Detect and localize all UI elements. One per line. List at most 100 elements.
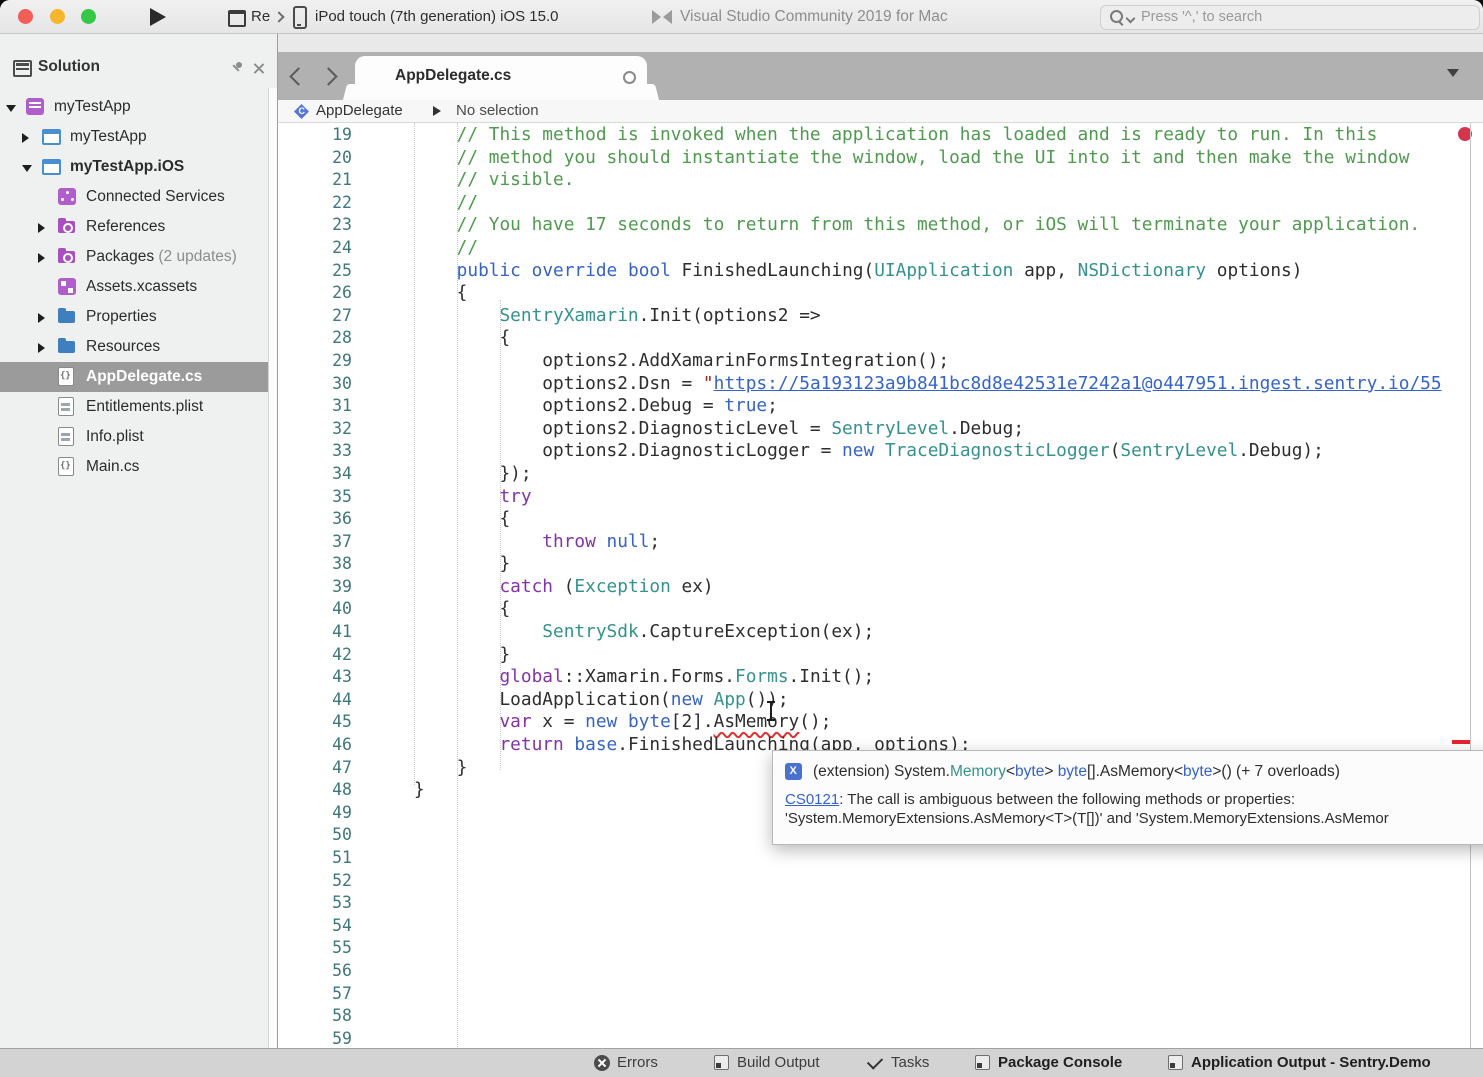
code-line-40: {	[371, 598, 1442, 621]
line-number[interactable]: 26	[278, 282, 352, 305]
code-token: [2].	[671, 711, 714, 732]
line-number[interactable]: 34	[278, 463, 352, 486]
minimize-window-button[interactable]	[50, 9, 65, 24]
tree-item-label: References	[86, 218, 165, 236]
line-number[interactable]: 32	[278, 418, 352, 441]
tree-item-main-cs[interactable]: Main.cs	[0, 452, 277, 482]
solution-pad: Solution myTestAppmyTestAppmyTestApp.iOS…	[0, 34, 277, 1048]
line-number[interactable]: 58	[278, 1005, 352, 1028]
folder-blue-icon	[58, 341, 75, 353]
chevron-collapsed-icon[interactable]	[38, 343, 45, 353]
tab-list-dropdown-icon[interactable]	[1447, 69, 1459, 77]
line-number[interactable]: 47	[278, 757, 352, 780]
line-number[interactable]: 38	[278, 553, 352, 576]
line-number[interactable]: 40	[278, 598, 352, 621]
chevron-collapsed-icon[interactable]	[38, 313, 45, 323]
line-number[interactable]: 22	[278, 192, 352, 215]
tree-item-packages[interactable]: Packages (2 updates)	[0, 242, 277, 272]
search-input[interactable]: Press '^,' to search	[1100, 5, 1480, 30]
chevron-expanded-icon[interactable]	[6, 105, 16, 112]
line-number[interactable]: 56	[278, 960, 352, 983]
chevron-collapsed-icon[interactable]	[22, 133, 29, 143]
line-number[interactable]: 21	[278, 169, 352, 192]
breadcrumb-selection[interactable]: No selection	[456, 102, 539, 119]
tree-item-mytestapp-ios[interactable]: myTestApp.iOS	[0, 152, 277, 182]
plist-file-icon	[58, 397, 74, 416]
line-number[interactable]: 19	[278, 124, 352, 147]
code-line-57	[371, 983, 1442, 1006]
line-number[interactable]: 37	[278, 531, 352, 554]
line-number[interactable]: 29	[278, 350, 352, 373]
breadcrumb-class[interactable]: AppDelegate	[316, 102, 403, 119]
code-token	[617, 711, 628, 732]
line-number[interactable]: 30	[278, 373, 352, 396]
navigate-back-button[interactable]	[289, 67, 307, 85]
code-editor[interactable]: 1920212223242526272829303132333435363738…	[278, 123, 1483, 1048]
line-number[interactable]: 27	[278, 305, 352, 328]
line-number[interactable]: 53	[278, 892, 352, 915]
line-number[interactable]: 43	[278, 666, 352, 689]
line-number[interactable]: 50	[278, 824, 352, 847]
line-number[interactable]: 49	[278, 802, 352, 825]
run-button[interactable]	[150, 8, 166, 26]
chevron-collapsed-icon[interactable]	[38, 253, 45, 263]
line-number[interactable]: 57	[278, 983, 352, 1006]
pin-icon[interactable]	[230, 62, 244, 76]
line-number[interactable]: 41	[278, 621, 352, 644]
line-number[interactable]: 44	[278, 689, 352, 712]
chevron-expanded-icon[interactable]	[22, 165, 32, 172]
tree-item-assets-xcassets[interactable]: Assets.xcassets	[0, 272, 277, 302]
class-icon	[294, 104, 309, 119]
line-number[interactable]: 35	[278, 486, 352, 509]
line-number[interactable]: 55	[278, 937, 352, 960]
tree-item-mytestapp[interactable]: myTestApp	[0, 92, 277, 122]
folder-purple-icon	[58, 221, 75, 233]
navigate-forward-button[interactable]	[319, 67, 337, 85]
line-number[interactable]: 46	[278, 734, 352, 757]
tree-item-properties[interactable]: Properties	[0, 302, 277, 332]
tree-item-connected-services[interactable]: Connected Services	[0, 182, 277, 212]
line-number[interactable]: 24	[278, 237, 352, 260]
dsn-url-link[interactable]: https://5a193123a9b841bc8d8e42531e7242a1…	[714, 373, 1442, 394]
tooltip-signature-token: >	[1044, 763, 1057, 780]
tree-item-label: Connected Services	[86, 188, 225, 206]
line-number[interactable]: 45	[278, 711, 352, 734]
code-token	[703, 689, 714, 710]
iphone-icon	[293, 6, 307, 29]
chevron-collapsed-icon[interactable]	[38, 223, 45, 233]
error-code-link[interactable]: CS0121	[785, 791, 839, 808]
close-icon[interactable]	[252, 62, 265, 75]
code-line-23: // You have 17 seconds to return from th…	[371, 214, 1442, 237]
tree-item-references[interactable]: References	[0, 212, 277, 242]
code-token	[521, 260, 532, 281]
tree-item-entitlements-plist[interactable]: Entitlements.plist	[0, 392, 277, 422]
line-number[interactable]: 36	[278, 508, 352, 531]
code-token: // You have 17 seconds to return from th…	[457, 214, 1420, 235]
window-icon	[228, 10, 246, 27]
line-number[interactable]: 54	[278, 915, 352, 938]
editor-scrollbar[interactable]	[1470, 123, 1471, 1048]
line-number[interactable]: 25	[278, 260, 352, 283]
line-number[interactable]: 51	[278, 847, 352, 870]
line-number[interactable]: 42	[278, 644, 352, 667]
line-number[interactable]: 23	[278, 214, 352, 237]
line-number[interactable]: 52	[278, 870, 352, 893]
line-number[interactable]: 31	[278, 395, 352, 418]
tree-item-resources[interactable]: Resources	[0, 332, 277, 362]
tab-appdelegate[interactable]: AppDelegate.cs	[355, 56, 647, 100]
code-token: new	[585, 711, 617, 732]
code-token: x =	[532, 711, 586, 732]
line-number[interactable]: 28	[278, 327, 352, 350]
line-number[interactable]: 59	[278, 1028, 352, 1051]
line-number[interactable]: 39	[278, 576, 352, 599]
tree-item-mytestapp[interactable]: myTestApp	[0, 122, 277, 152]
tree-item-appdelegate-cs[interactable]: AppDelegate.cs	[0, 362, 277, 392]
line-number[interactable]: 20	[278, 147, 352, 170]
code-token: LoadApplication(	[499, 689, 670, 710]
line-number[interactable]: 48	[278, 779, 352, 802]
line-number[interactable]: 33	[278, 440, 352, 463]
tree-item-info-plist[interactable]: Info.plist	[0, 422, 277, 452]
close-window-button[interactable]	[18, 9, 33, 24]
zoom-window-button[interactable]	[81, 9, 96, 24]
code-token: ex)	[671, 576, 714, 597]
